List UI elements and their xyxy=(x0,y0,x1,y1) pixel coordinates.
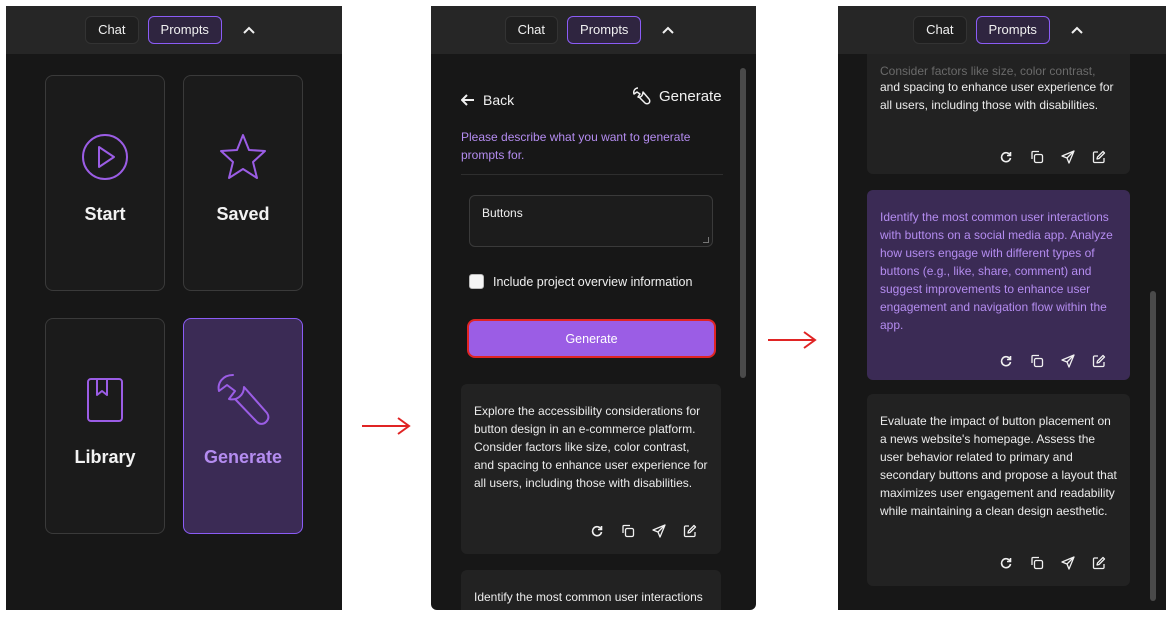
card-actions xyxy=(996,147,1108,166)
scrollbar[interactable] xyxy=(740,68,746,378)
result-card: Evaluate the impact of button placement … xyxy=(867,394,1130,586)
star-icon xyxy=(220,134,266,179)
copy-button[interactable] xyxy=(1027,553,1046,572)
arrow-left-icon xyxy=(461,94,474,106)
result-card-selected[interactable]: Identify the most common user interactio… xyxy=(867,190,1130,380)
edit-icon xyxy=(1092,556,1105,569)
edit-button[interactable] xyxy=(1089,553,1108,572)
send-icon xyxy=(1060,555,1075,570)
topic-input[interactable]: Buttons xyxy=(469,195,713,247)
copy-icon xyxy=(1030,556,1043,569)
title-text: Generate xyxy=(659,87,722,105)
refresh-icon xyxy=(1000,355,1011,366)
resize-handle[interactable] xyxy=(703,237,709,243)
edit-button[interactable] xyxy=(1089,351,1108,370)
edit-button[interactable] xyxy=(1089,147,1108,166)
collapse-button[interactable] xyxy=(235,16,263,44)
tile-label: Generate xyxy=(203,447,283,467)
send-button[interactable] xyxy=(1058,553,1077,572)
page-title: Generate xyxy=(631,86,722,106)
refresh-icon xyxy=(1000,557,1011,568)
regenerate-button[interactable] xyxy=(996,147,1015,166)
copy-button[interactable] xyxy=(618,521,637,540)
result-text: Identify the most common user interactio… xyxy=(880,210,1113,332)
tab-chat[interactable]: Chat xyxy=(85,16,139,44)
edit-button[interactable] xyxy=(680,521,699,540)
back-label: Back xyxy=(483,92,515,108)
copy-icon xyxy=(1030,354,1043,367)
bookmark-icon xyxy=(87,378,123,422)
tab-prompts[interactable]: Prompts xyxy=(147,16,222,44)
divider xyxy=(461,174,723,175)
refresh-icon xyxy=(591,525,602,536)
overview-checkbox-row: Include project overview information xyxy=(469,274,692,289)
tab-chat[interactable]: Chat xyxy=(913,16,967,44)
send-button[interactable] xyxy=(1058,147,1077,166)
top-nav: Chat Prompts xyxy=(431,6,756,54)
regenerate-button[interactable] xyxy=(996,351,1015,370)
result-text-partial: Identify the most common user interactio… xyxy=(474,590,703,604)
wrench-icon xyxy=(633,87,651,105)
copy-button[interactable] xyxy=(1027,351,1046,370)
chevron-up-icon xyxy=(662,26,675,34)
top-nav: Chat Prompts xyxy=(838,6,1166,54)
tile-label: Saved xyxy=(216,204,270,224)
wrench-icon xyxy=(217,374,270,425)
generate-panel: Chat Prompts Back Generate Please descri… xyxy=(431,6,756,610)
result-card: Explore the accessibility considerations… xyxy=(461,384,721,554)
edit-icon xyxy=(1092,150,1105,163)
tile-library[interactable]: Library xyxy=(45,318,165,534)
result-text: Evaluate the impact of button placement … xyxy=(880,414,1117,518)
card-actions xyxy=(587,521,699,540)
chevron-up-icon xyxy=(243,26,255,34)
collapse-button[interactable] xyxy=(1063,16,1091,44)
tile-label: Start xyxy=(84,204,126,224)
tab-chat[interactable]: Chat xyxy=(504,16,559,44)
scrollbar[interactable] xyxy=(1150,291,1156,601)
tile-generate[interactable]: Generate xyxy=(183,318,303,534)
result-text: and spacing to enhance user experience f… xyxy=(880,80,1114,112)
overview-checkbox[interactable] xyxy=(469,274,484,289)
play-circle-icon xyxy=(82,134,128,180)
tab-prompts[interactable]: Prompts xyxy=(567,16,642,44)
card-actions xyxy=(996,553,1108,572)
generate-button[interactable]: Generate xyxy=(467,319,716,358)
send-icon xyxy=(651,523,666,538)
copy-button[interactable] xyxy=(1027,147,1046,166)
home-panel: Chat Prompts Start Saved Library Generat… xyxy=(6,6,342,610)
regenerate-button[interactable] xyxy=(587,521,606,540)
tile-start[interactable]: Start xyxy=(45,75,165,291)
regenerate-button[interactable] xyxy=(996,553,1015,572)
checkbox-label: Include project overview information xyxy=(493,274,693,289)
tile-label: Library xyxy=(74,447,136,467)
copy-icon xyxy=(1030,150,1043,163)
result-card: Identify the most common user interactio… xyxy=(461,570,721,610)
arrow-right-icon xyxy=(768,331,817,349)
copy-icon xyxy=(621,524,634,537)
send-button[interactable] xyxy=(1058,351,1077,370)
topic-input-value: Buttons xyxy=(482,206,523,220)
edit-icon xyxy=(683,524,696,537)
result-text: Explore the accessibility considerations… xyxy=(474,404,708,490)
back-button[interactable]: Back xyxy=(461,92,514,108)
tab-prompts[interactable]: Prompts xyxy=(975,16,1050,44)
send-icon xyxy=(1060,353,1075,368)
send-icon xyxy=(1060,149,1075,164)
collapse-button[interactable] xyxy=(654,16,682,44)
edit-icon xyxy=(1092,354,1105,367)
arrow-right-icon xyxy=(362,417,411,435)
top-nav: Chat Prompts xyxy=(6,6,342,54)
results-panel: Consider factors like size, color contra… xyxy=(838,6,1166,610)
card-actions xyxy=(996,351,1108,370)
tile-saved[interactable]: Saved xyxy=(183,75,303,291)
refresh-icon xyxy=(1000,151,1011,162)
send-button[interactable] xyxy=(649,521,668,540)
result-card: Consider factors like size, color contra… xyxy=(867,48,1130,174)
chevron-up-icon xyxy=(1071,26,1083,34)
description: Please describe what you want to generat… xyxy=(461,130,691,162)
